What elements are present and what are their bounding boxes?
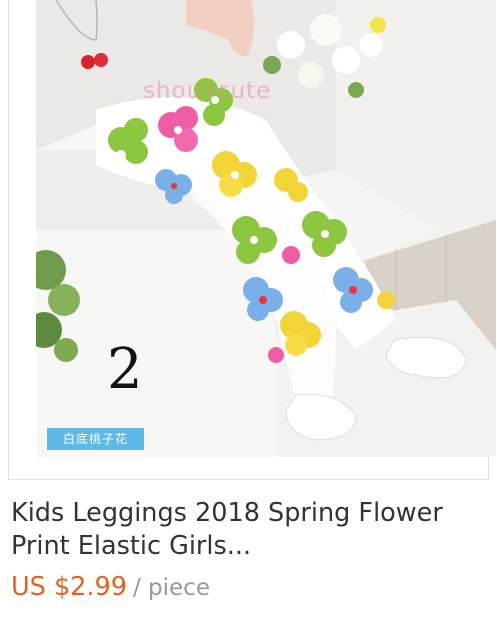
price-unit: / piece — [132, 575, 210, 601]
product-photo[interactable]: shouvcute 2 白底桃子花 — [36, 0, 496, 457]
product-title-line-2: Print Elastic Girls... — [11, 531, 252, 561]
price-row: US $2.99/ piece — [11, 572, 210, 602]
variant-number-label: 2 — [107, 337, 143, 402]
variant-color-tag: 白底桃子花 — [47, 428, 144, 450]
product-price: US $2.99 — [11, 572, 127, 602]
product-title-link[interactable]: Kids Leggings 2018 Spring Flower Print E… — [11, 497, 497, 563]
product-title-line-1: Kids Leggings 2018 Spring Flower — [11, 498, 443, 528]
leggings-photo-illustration — [36, 0, 496, 457]
photo-watermark: shouvcute — [143, 78, 272, 104]
product-card[interactable]: shouvcute 2 白底桃子花 Kids Leggings 2018 Spr… — [0, 0, 497, 619]
product-image-frame: shouvcute 2 白底桃子花 — [8, 0, 496, 480]
